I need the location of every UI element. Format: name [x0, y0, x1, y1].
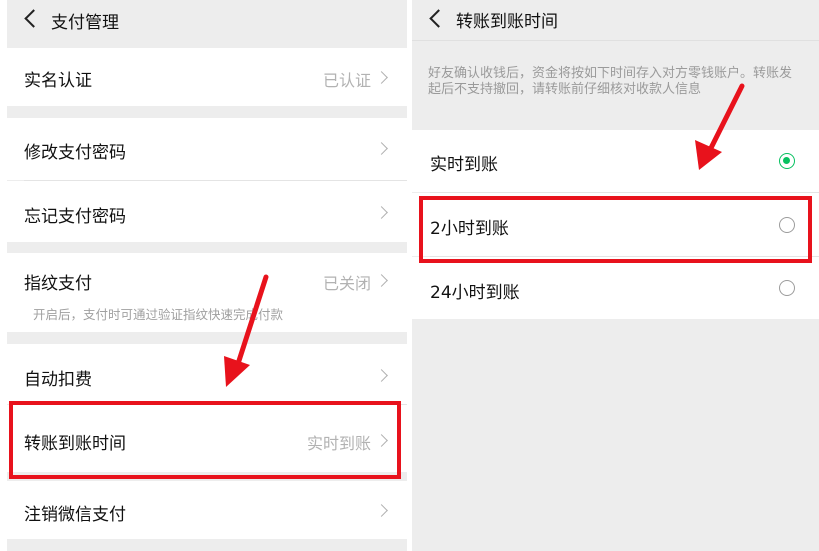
annotation-arrows: [224, 83, 745, 387]
arrow-line-right: [705, 83, 745, 157]
arrow-head-right: [695, 140, 722, 170]
arrow-line-left: [233, 274, 269, 373]
arrow-head-left: [224, 356, 250, 387]
